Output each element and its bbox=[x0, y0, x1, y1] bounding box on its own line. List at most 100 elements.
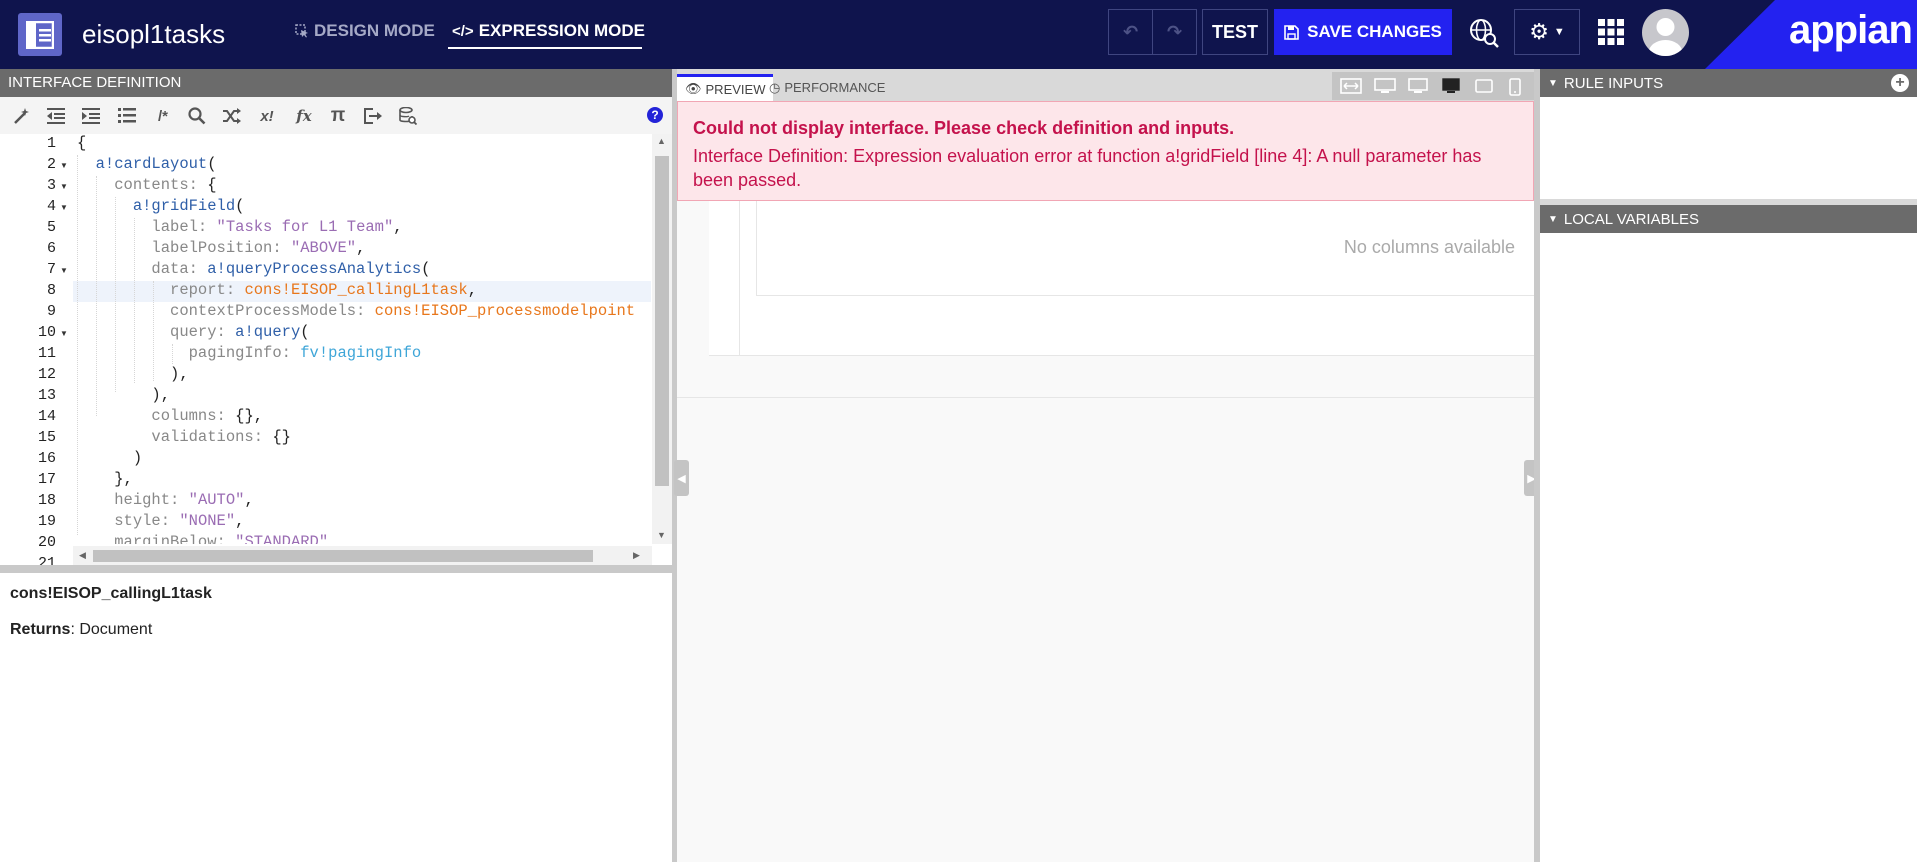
code-token: report: bbox=[170, 281, 245, 299]
code-token: { bbox=[207, 176, 217, 194]
variable-icon[interactable]: x! bbox=[256, 105, 278, 127]
scroll-up-icon[interactable]: ▲ bbox=[657, 136, 666, 146]
scroll-left-icon[interactable]: ◀ bbox=[79, 550, 86, 561]
code-token: "Tasks for L1 Team" bbox=[216, 218, 394, 236]
code-line: data: a!queryProcessAnalytics( bbox=[77, 259, 430, 280]
code-token: cons!EISOP_callingL1task bbox=[244, 281, 468, 299]
rule-inputs-list bbox=[1540, 97, 1917, 199]
vertical-scrollbar[interactable]: ▲ ▼ bbox=[652, 134, 672, 544]
code-token: "AUTO" bbox=[188, 491, 245, 509]
code-token: style: bbox=[114, 512, 180, 530]
line-number: 4 bbox=[46, 198, 56, 215]
globe-search-icon[interactable] bbox=[1468, 17, 1500, 49]
code-area[interactable]: { a!cardLayout( contents: { a!gridField(… bbox=[77, 134, 651, 544]
save-changes-label: SAVE CHANGES bbox=[1307, 22, 1442, 41]
outdent-icon[interactable] bbox=[46, 105, 66, 127]
clock-icon: ◷ bbox=[769, 79, 781, 95]
scrollbar-thumb[interactable] bbox=[93, 550, 593, 562]
code-token: label: bbox=[151, 218, 217, 236]
tablet-portrait-icon[interactable] bbox=[1475, 78, 1493, 99]
tablet-landscape-icon[interactable] bbox=[1442, 78, 1460, 99]
test-button-label: TEST bbox=[1211, 21, 1258, 42]
code-token: , bbox=[356, 239, 366, 257]
pi-icon[interactable]: π bbox=[327, 105, 349, 127]
returns-value: : Document bbox=[70, 621, 153, 638]
code-token: cons!EISOP_processmodelpoint bbox=[374, 302, 636, 320]
horizontal-scrollbar[interactable]: ◀ ▶ bbox=[73, 546, 652, 565]
indent-icon[interactable] bbox=[81, 105, 101, 127]
add-rule-input-icon[interactable]: + bbox=[1891, 74, 1909, 92]
tab-preview[interactable]: 👁 PREVIEW bbox=[677, 74, 774, 101]
line-number: 12 bbox=[37, 366, 56, 383]
code-token: ), bbox=[151, 386, 171, 404]
help-icon[interactable]: ? bbox=[647, 107, 663, 123]
app-grid-icon[interactable] bbox=[1598, 19, 1624, 45]
fold-toggle-icon[interactable]: ▼ bbox=[60, 182, 68, 191]
documentation-panel: cons!EISOP_callingL1task Returns: Docume… bbox=[0, 573, 672, 862]
code-token: {} bbox=[272, 428, 291, 446]
function-icon[interactable]: fx bbox=[293, 105, 315, 127]
interface-definition-header: INTERFACE DEFINITION bbox=[0, 69, 672, 97]
settings-menu-button[interactable]: ⚙ ▼ bbox=[1514, 9, 1580, 55]
fold-toggle-icon[interactable]: ▼ bbox=[60, 329, 68, 338]
returns-label: Returns bbox=[10, 621, 71, 638]
gear-icon: ⚙ bbox=[1529, 19, 1549, 44]
line-number: 7 bbox=[46, 261, 56, 278]
list-icon[interactable] bbox=[117, 105, 137, 127]
line-number: 14 bbox=[37, 408, 56, 425]
database-search-icon[interactable] bbox=[398, 105, 418, 127]
line-number: 10 bbox=[37, 324, 56, 341]
phone-icon[interactable] bbox=[1509, 78, 1521, 101]
tab-design-mode-label: DESIGN MODE bbox=[314, 21, 435, 40]
code-token: ( bbox=[207, 155, 217, 173]
search-icon[interactable] bbox=[187, 105, 207, 127]
code-token: ) bbox=[132, 449, 143, 467]
line-number: 15 bbox=[37, 429, 56, 446]
test-button[interactable]: TEST bbox=[1202, 9, 1268, 55]
scroll-down-icon[interactable]: ▼ bbox=[657, 530, 666, 540]
redo-button[interactable]: ↷ bbox=[1152, 9, 1197, 55]
top-bar: eisopl1tasks DESIGN MODE </> EXPRESSION … bbox=[0, 0, 1917, 69]
code-token: query: bbox=[170, 323, 236, 341]
code-icon: </> bbox=[452, 22, 474, 40]
save-changes-button[interactable]: SAVE CHANGES bbox=[1274, 9, 1452, 55]
interface-icon[interactable] bbox=[18, 13, 62, 56]
magic-wand-icon[interactable] bbox=[12, 105, 32, 127]
desktop-icon[interactable] bbox=[1408, 78, 1428, 99]
line-number: 20 bbox=[37, 534, 56, 551]
tab-design-mode[interactable]: DESIGN MODE bbox=[295, 21, 435, 41]
tab-expression-mode[interactable]: </> EXPRESSION MODE bbox=[452, 21, 645, 41]
undo-button[interactable]: ↶ bbox=[1108, 9, 1153, 55]
rule-inputs-header[interactable]: ▼ RULE INPUTS bbox=[1540, 69, 1917, 97]
fold-toggle-icon[interactable]: ▼ bbox=[60, 266, 68, 275]
line-number-gutter: 1 2 ▼ 3 ▼ 4 ▼ 5 6 7 ▼ 8 9 10 ▼ 11 12 13 14 15 16 17 18 19 20 21 bbox=[0, 134, 73, 565]
preview-divider bbox=[677, 397, 1534, 398]
code-line: ), bbox=[77, 364, 189, 385]
undo-icon: ↶ bbox=[1122, 21, 1139, 42]
fold-toggle-icon[interactable]: ▼ bbox=[60, 203, 68, 212]
line-number: 3 bbox=[46, 177, 56, 194]
local-variables-header[interactable]: ▼ LOCAL VARIABLES bbox=[1540, 205, 1917, 233]
code-token: validations: bbox=[151, 428, 273, 446]
export-icon[interactable] bbox=[363, 105, 383, 127]
scrollbar-thumb[interactable] bbox=[655, 156, 669, 486]
line-number: 19 bbox=[37, 513, 56, 530]
collapse-left-panel-button[interactable]: ◀ bbox=[674, 460, 689, 496]
user-avatar[interactable] bbox=[1642, 9, 1689, 56]
tab-performance[interactable]: ◷ PERFORMANCE bbox=[761, 74, 893, 101]
fold-toggle-icon[interactable]: ▼ bbox=[60, 161, 68, 170]
active-tab-underline bbox=[448, 47, 642, 49]
fit-width-icon[interactable] bbox=[1340, 78, 1362, 99]
desktop-wide-icon[interactable] bbox=[1374, 78, 1396, 99]
shuffle-icon[interactable] bbox=[222, 105, 242, 127]
code-editor[interactable]: 1 2 ▼ 3 ▼ 4 ▼ 5 6 7 ▼ 8 9 10 ▼ 11 12 13 14 15 16 17 18 19 20 21 {… bbox=[0, 134, 672, 565]
comment-icon[interactable]: /* bbox=[150, 105, 176, 127]
editor-doc-splitter[interactable] bbox=[0, 565, 672, 573]
code-line: a!gridField( bbox=[77, 196, 245, 217]
code-line: marginBelow: "STANDARD" bbox=[77, 532, 328, 544]
code-line: label: "Tasks for L1 Team", bbox=[77, 217, 402, 238]
scroll-right-icon[interactable]: ▶ bbox=[633, 550, 640, 561]
code-token: "NONE" bbox=[179, 512, 236, 530]
line-number: 5 bbox=[46, 219, 56, 236]
editor-toolbar: /* x! fx π ? bbox=[0, 97, 672, 134]
